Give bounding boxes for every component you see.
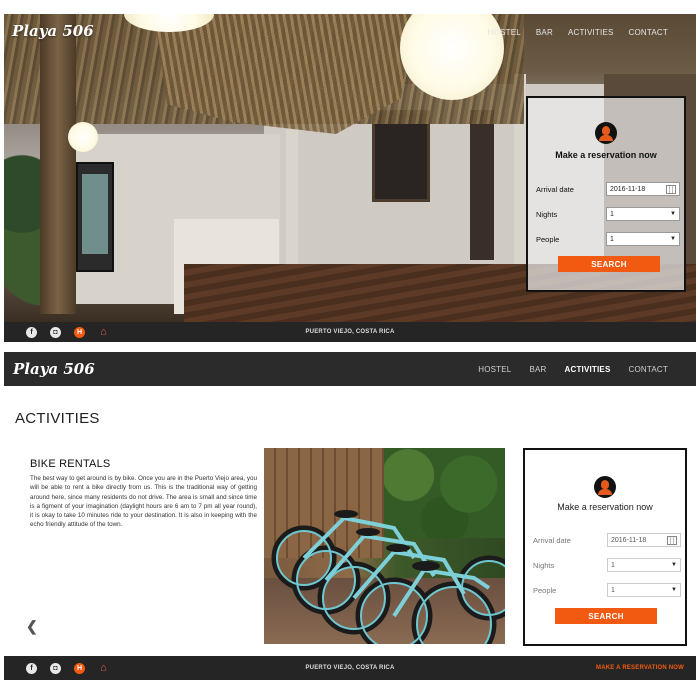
chevron-down-icon: ▼ (670, 236, 676, 242)
hero-lamp (68, 122, 98, 152)
calendar-icon[interactable] (666, 184, 676, 194)
search-button[interactable]: SEARCH (555, 608, 657, 624)
reservation-title: Make a reservation now (557, 502, 653, 512)
arrival-date-value: 2016-11-18 (610, 185, 646, 193)
section-title: BIKE RENTALS (30, 458, 111, 470)
reservation-cta-link[interactable]: MAKE A RESERVATION NOW (596, 656, 684, 680)
chevron-left-icon[interactable]: ❮ (26, 618, 38, 635)
receptionist-icon (594, 476, 616, 498)
nights-select[interactable]: 1 ▼ (607, 558, 681, 572)
reservation-widget: Make a reservation now Arrival date 2016… (526, 96, 686, 292)
nav-item-hostel[interactable]: HOSTEL (488, 28, 521, 37)
main-menu: HOSTEL BAR ACTIVITIES CONTACT (473, 14, 668, 50)
nav-item-activities[interactable]: ACTIVITIES (565, 365, 611, 374)
bikes-photo (264, 448, 505, 644)
people-label: People (533, 585, 557, 595)
people-select[interactable]: 1 ▼ (607, 583, 681, 597)
top-nav: Playa 506 HOSTEL BAR ACTIVITIES CONTACT (4, 352, 696, 386)
nights-label: Nights (536, 209, 558, 219)
arrival-date-value: 2016-11-18 (611, 536, 647, 544)
section-body: The best way to get around is by bike. O… (30, 475, 257, 529)
arrival-date-input[interactable]: 2016-11-18 (607, 533, 681, 547)
chevron-down-icon: ▼ (670, 211, 676, 217)
people-row: People 1 ▼ (533, 583, 681, 597)
nights-label: Nights (533, 560, 555, 570)
reservation-title: Make a reservation now (555, 150, 657, 160)
nav-item-bar[interactable]: BAR (529, 365, 546, 374)
arrival-row: Arrival date 2016-11-18 (533, 533, 681, 547)
receptionist-icon (595, 122, 617, 144)
nav-item-bar[interactable]: BAR (536, 28, 553, 37)
site-logo[interactable]: Playa 506 (13, 360, 95, 378)
home-screenshot: Playa 506 HOSTEL BAR ACTIVITIES CONTACT … (4, 14, 696, 342)
bikes-illustration (271, 510, 505, 644)
search-button[interactable]: SEARCH (558, 256, 660, 272)
nav-item-hostel[interactable]: HOSTEL (478, 365, 511, 374)
people-row: People 1 ▼ (536, 232, 680, 246)
nav-item-contact[interactable]: CONTACT (629, 28, 668, 37)
top-nav: Playa 506 HOSTEL BAR ACTIVITIES CONTACT (4, 14, 696, 50)
page-title: ACTIVITIES (15, 410, 100, 427)
nights-row: Nights 1 ▼ (536, 207, 680, 221)
people-select[interactable]: 1 ▼ (606, 232, 680, 246)
chevron-down-icon: ▼ (671, 587, 677, 593)
nav-item-activities[interactable]: ACTIVITIES (568, 28, 614, 37)
arrival-label: Arrival date (536, 184, 574, 194)
people-value: 1 (610, 235, 614, 243)
arrival-label: Arrival date (533, 535, 571, 545)
nav-item-contact[interactable]: CONTACT (629, 365, 668, 374)
arrival-row: Arrival date 2016-11-18 (536, 182, 680, 196)
hero-door (470, 110, 494, 260)
footer-location: PUERTO VIEJO, COSTA RICA (305, 329, 395, 335)
hero-tree-trunk (40, 14, 76, 314)
nights-value: 1 (610, 210, 614, 218)
arrival-date-input[interactable]: 2016-11-18 (606, 182, 680, 196)
footer-bar: f ◘ H ⌂ PUERTO VIEJO, COSTA RICA (4, 322, 696, 342)
site-logo[interactable]: Playa 506 (12, 22, 94, 40)
nights-select[interactable]: 1 ▼ (606, 207, 680, 221)
activities-screenshot: Playa 506 HOSTEL BAR ACTIVITIES CONTACT … (4, 352, 696, 682)
nights-row: Nights 1 ▼ (533, 558, 681, 572)
reservation-widget: Make a reservation now Arrival date 2016… (523, 448, 687, 646)
calendar-icon[interactable] (667, 535, 677, 545)
people-value: 1 (611, 586, 615, 594)
people-label: People (536, 234, 560, 244)
main-menu: HOSTEL BAR ACTIVITIES CONTACT (460, 352, 668, 386)
footer-bar: f ◘ H ⌂ PUERTO VIEJO, COSTA RICA MAKE A … (4, 656, 696, 680)
hero-fridge (76, 162, 114, 272)
nights-value: 1 (611, 561, 615, 569)
footer-location: PUERTO VIEJO, COSTA RICA (305, 665, 395, 671)
chevron-down-icon: ▼ (671, 562, 677, 568)
